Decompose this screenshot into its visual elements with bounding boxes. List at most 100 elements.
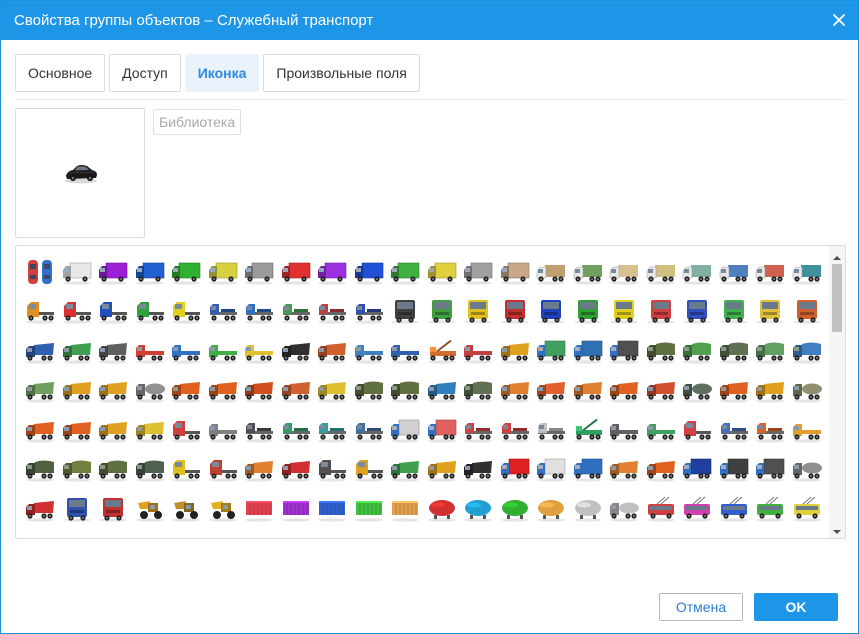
library-icon-box[interactable] (570, 450, 607, 490)
library-icon-tractor[interactable] (679, 410, 716, 450)
library-icon-flatbed[interactable] (205, 410, 242, 450)
library-icon-van[interactable] (424, 252, 461, 292)
library-icon-tank[interactable] (679, 371, 716, 411)
library-icon-dump[interactable] (22, 489, 59, 529)
library-icon-semi[interactable] (314, 292, 351, 332)
library-icon-cab[interactable] (570, 292, 607, 332)
library-icon-dump[interactable] (716, 371, 753, 411)
library-icon-dump[interactable] (95, 410, 132, 450)
library-icon-semi[interactable] (533, 410, 570, 450)
library-icon-bus[interactable] (789, 529, 826, 539)
library-icon-tractor[interactable] (59, 292, 96, 332)
tab-access[interactable]: Доступ (109, 54, 181, 92)
library-icon-dump[interactable] (59, 371, 96, 411)
library-icon-box[interactable] (533, 331, 570, 371)
library-icon-truck[interactable] (752, 252, 789, 292)
library-icon-truck[interactable] (716, 252, 753, 292)
library-icon-semi[interactable] (460, 410, 497, 450)
library-icon-car[interactable] (679, 529, 716, 539)
library-icon-tractor[interactable] (314, 450, 351, 490)
library-icon-bus[interactable] (424, 529, 461, 539)
library-icon-dump[interactable] (241, 371, 278, 411)
library-icon-dump[interactable] (59, 410, 96, 450)
library-icon-van[interactable] (132, 252, 169, 292)
library-icon-box[interactable] (606, 331, 643, 371)
library-icon-dump[interactable] (241, 450, 278, 490)
library-icon-trolley[interactable] (679, 489, 716, 529)
library-icon-box[interactable] (679, 450, 716, 490)
library-icon-dump[interactable] (22, 331, 59, 371)
library-icon-flatbed[interactable] (351, 331, 388, 371)
library-icon-military[interactable] (716, 331, 753, 371)
library-icon-bus[interactable] (497, 529, 534, 539)
library-icon-box[interactable] (424, 410, 461, 450)
library-icon-van[interactable] (351, 252, 388, 292)
library-icon-dump[interactable] (643, 371, 680, 411)
library-icon-van[interactable] (497, 252, 534, 292)
library-icon-bus[interactable] (460, 529, 497, 539)
library-icon-bus[interactable] (241, 529, 278, 539)
library-icon-semi[interactable] (351, 292, 388, 332)
library-icon-van[interactable] (205, 252, 242, 292)
library-icon-dump[interactable] (387, 450, 424, 490)
library-icon-tractor[interactable] (168, 292, 205, 332)
library-icon-bus[interactable] (59, 529, 96, 539)
library-icon-bus[interactable] (533, 529, 570, 539)
library-icon-box[interactable] (387, 410, 424, 450)
library-icon-box[interactable] (570, 331, 607, 371)
library-icon-container[interactable] (314, 489, 351, 529)
library-icon-container[interactable] (351, 489, 388, 529)
tab-general[interactable]: Основное (15, 54, 106, 92)
library-icon-tractor[interactable] (168, 450, 205, 490)
library-icon-dump[interactable] (752, 371, 789, 411)
library-icon-truck[interactable] (679, 252, 716, 292)
library-icon-dump[interactable] (643, 450, 680, 490)
tab-icon[interactable]: Иконка (184, 54, 260, 92)
library-icon-barrel[interactable] (497, 489, 534, 529)
library-icon-van[interactable] (278, 252, 315, 292)
library-icon-cab[interactable] (533, 292, 570, 332)
library-button[interactable]: Библиотека (153, 109, 242, 135)
library-icon-dump[interactable] (22, 410, 59, 450)
library-icon-bus[interactable] (387, 529, 424, 539)
library-icon-cab[interactable] (59, 489, 96, 529)
library-icon-dump[interactable] (606, 450, 643, 490)
library-icon-dump[interactable] (95, 331, 132, 371)
library-icon-van[interactable] (168, 252, 205, 292)
library-icon-van[interactable] (314, 252, 351, 292)
library-icon-dump[interactable] (314, 371, 351, 411)
library-icon-bus[interactable] (132, 529, 169, 539)
library-icon-truck[interactable] (533, 252, 570, 292)
library-icon-bus[interactable] (716, 529, 753, 539)
library-icon-military[interactable] (95, 450, 132, 490)
library-icon-semi[interactable] (278, 292, 315, 332)
library-icon-dump[interactable] (168, 371, 205, 411)
library-icon-cab[interactable] (679, 292, 716, 332)
library-icon-cab[interactable] (789, 292, 826, 332)
library-icon-van[interactable] (460, 252, 497, 292)
library-icon-truck[interactable] (789, 252, 826, 292)
library-icon-bus[interactable] (314, 529, 351, 539)
library-icon-bus[interactable] (351, 529, 388, 539)
library-icon-bus[interactable] (95, 529, 132, 539)
library-icon-dump[interactable] (497, 331, 534, 371)
library-icon-cab[interactable] (424, 292, 461, 332)
library-icon-truck[interactable] (606, 252, 643, 292)
library-icon-flatbed[interactable] (168, 331, 205, 371)
library-icon-van[interactable] (59, 252, 96, 292)
library-icon-dump[interactable] (22, 371, 59, 411)
library-icon-tank[interactable] (132, 371, 169, 411)
library-icon-flatbed[interactable] (643, 410, 680, 450)
library-icon-loader[interactable] (132, 489, 169, 529)
library-icon-military[interactable] (59, 450, 96, 490)
library-icon-flatbed[interactable] (789, 410, 826, 450)
library-icon-dump[interactable] (533, 371, 570, 411)
library-icon-bus[interactable] (606, 529, 643, 539)
library-icon-van[interactable] (241, 252, 278, 292)
library-icon-van[interactable] (95, 252, 132, 292)
library-icon-dump[interactable] (278, 450, 315, 490)
library-icon-flatbed[interactable] (460, 331, 497, 371)
library-icon-truck[interactable] (570, 252, 607, 292)
ok-button[interactable]: OK (754, 593, 838, 621)
library-icon-semi[interactable] (716, 410, 753, 450)
